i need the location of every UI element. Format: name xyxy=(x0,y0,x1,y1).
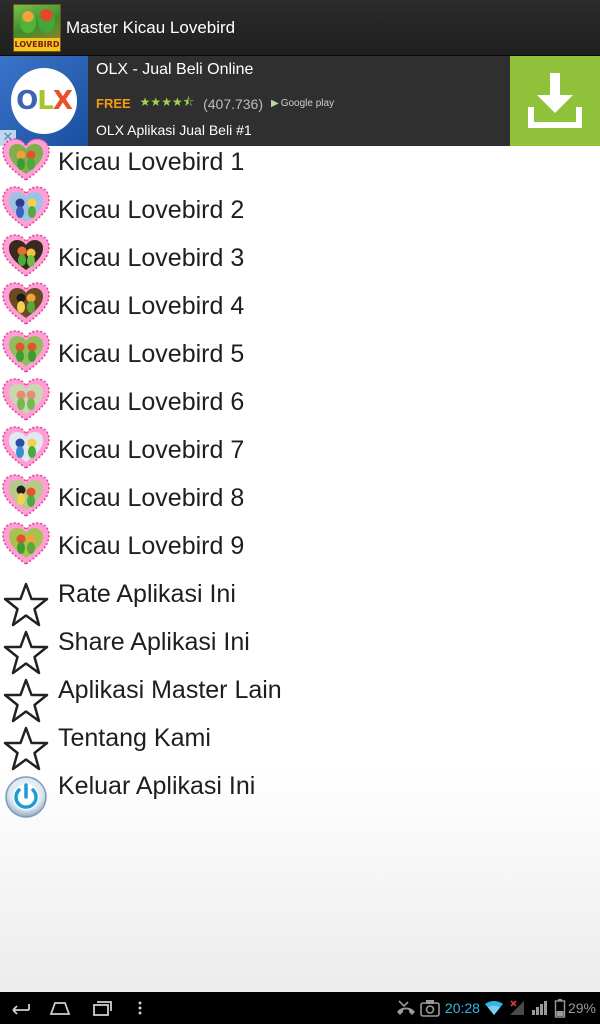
ad-price: FREE xyxy=(96,96,131,111)
menu-item-kicau-lovebird-1[interactable]: Kicau Lovebird 1 xyxy=(0,138,600,194)
recent-apps-icon[interactable] xyxy=(90,992,114,1024)
menu-item-about-us[interactable]: Tentang Kami xyxy=(0,722,600,771)
menu-item-label: Kicau Lovebird 5 xyxy=(58,340,245,368)
star-icon xyxy=(3,726,49,771)
lovebird-heart-icon xyxy=(2,186,50,229)
star-icon xyxy=(3,630,49,675)
menu-item-kicau-lovebird-3[interactable]: Kicau Lovebird 3 xyxy=(0,234,600,290)
screenshot-icon xyxy=(420,1000,440,1017)
ad-subtitle: OLX Aplikasi Jual Beli #1 xyxy=(96,122,252,138)
wifi-icon xyxy=(484,1001,503,1015)
system-navigation-bar: 20:28 29% xyxy=(0,992,600,1024)
ad-title[interactable]: OLX - Jual Beli Online xyxy=(96,61,253,79)
menu-item-label: Rate Aplikasi Ini xyxy=(58,580,236,608)
missed-call-icon xyxy=(396,1000,415,1015)
star-icon xyxy=(3,582,49,627)
app-logo-brand: LOVEBIRD xyxy=(14,37,60,51)
google-play-icon: ▶ xyxy=(271,98,279,109)
google-play-label: Google play xyxy=(280,98,335,109)
menu-item-kicau-lovebird-5[interactable]: Kicau Lovebird 5 xyxy=(0,330,600,386)
menu-item-kicau-lovebird-6[interactable]: Kicau Lovebird 6 xyxy=(0,378,600,434)
home-icon[interactable] xyxy=(48,992,72,1024)
lovebird-heart-icon xyxy=(2,426,50,469)
power-icon xyxy=(5,776,47,818)
lovebird-heart-icon xyxy=(2,474,50,517)
signal-off-icon xyxy=(509,1000,524,1015)
menu-item-kicau-lovebird-2[interactable]: Kicau Lovebird 2 xyxy=(0,186,600,242)
app-logo-icon: LOVEBIRD xyxy=(13,3,61,52)
lovebird-heart-icon xyxy=(2,234,50,277)
menu-item-kicau-lovebird-4[interactable]: Kicau Lovebird 4 xyxy=(0,282,600,338)
battery-percent: 29% xyxy=(567,1000,596,1016)
ad-rating-count: (407.736) xyxy=(203,95,264,112)
menu-item-rate-app[interactable]: Rate Aplikasi Ini xyxy=(0,578,600,627)
ad-download-button[interactable] xyxy=(510,56,600,146)
menu-item-kicau-lovebird-8[interactable]: Kicau Lovebird 8 xyxy=(0,474,600,530)
menu-item-label: Kicau Lovebird 3 xyxy=(58,244,245,272)
menu-item-label: Kicau Lovebird 7 xyxy=(58,436,245,464)
menu-item-label: Share Aplikasi Ini xyxy=(58,628,250,656)
menu-item-label: Aplikasi Master Lain xyxy=(58,676,282,704)
menu-item-share-app[interactable]: Share Aplikasi Ini xyxy=(0,626,600,675)
menu-item-other-apps[interactable]: Aplikasi Master Lain xyxy=(0,674,600,723)
menu-list: Kicau Lovebird 1 Kicau Lovebird 2 Kicau … xyxy=(0,138,600,818)
menu-item-exit-app[interactable]: Keluar Aplikasi Ini xyxy=(0,770,600,818)
battery-icon xyxy=(554,999,566,1018)
menu-item-kicau-lovebird-7[interactable]: Kicau Lovebird 7 xyxy=(0,426,600,482)
menu-item-label: Kicau Lovebird 1 xyxy=(58,148,245,176)
signal-icon xyxy=(531,1001,547,1015)
menu-item-label: Tentang Kami xyxy=(58,724,211,752)
menu-item-label: Kicau Lovebird 8 xyxy=(58,484,245,512)
back-icon[interactable] xyxy=(8,992,32,1024)
menu-item-label: Kicau Lovebird 6 xyxy=(58,388,245,416)
menu-item-label: Kicau Lovebird 2 xyxy=(58,196,245,224)
clock: 20:28 xyxy=(444,1000,480,1016)
menu-item-label: Kicau Lovebird 4 xyxy=(58,292,245,320)
app-title: Master Kicau Lovebird xyxy=(66,17,236,37)
lovebird-heart-icon xyxy=(2,138,50,181)
download-icon xyxy=(528,73,582,128)
lovebird-heart-icon xyxy=(2,378,50,421)
menu-item-label: Kicau Lovebird 9 xyxy=(58,532,245,560)
ad-rating-stars: ★★★★⯪ xyxy=(139,95,195,109)
google-play-badge: ▶ Google play xyxy=(271,98,334,109)
menu-item-label: Keluar Aplikasi Ini xyxy=(58,772,256,800)
star-icon xyxy=(3,678,49,723)
menu-item-kicau-lovebird-9[interactable]: Kicau Lovebird 9 xyxy=(0,522,600,578)
lovebird-heart-icon xyxy=(2,330,50,373)
ad-banner[interactable]: OLX ✕ OLX - Jual Beli Online FREE ★★★★⯪ … xyxy=(0,56,600,146)
action-bar: LOVEBIRD Master Kicau Lovebird xyxy=(0,0,600,56)
menu-icon[interactable] xyxy=(132,992,148,1024)
lovebird-heart-icon xyxy=(2,522,50,565)
lovebird-heart-icon xyxy=(2,282,50,325)
ad-info-row: FREE ★★★★⯪ (407.736) ▶ Google play xyxy=(96,93,334,114)
status-area[interactable]: 20:28 29% xyxy=(395,992,600,1024)
